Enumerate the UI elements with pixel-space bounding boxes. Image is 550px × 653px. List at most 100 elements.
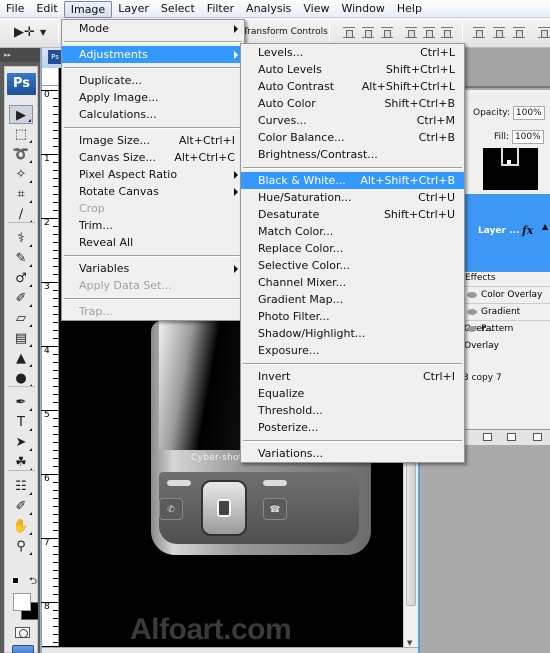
- lasso-tool-icon[interactable]: ➰: [9, 145, 33, 164]
- menu-item-apply-data-set[interactable]: Apply Data Set...: [62, 277, 244, 294]
- menu-item-trim[interactable]: Trim...: [62, 217, 244, 234]
- adjustment-item-replace-color[interactable]: Replace Color...: [241, 240, 464, 257]
- distribute-vcenter-icon[interactable]: [493, 27, 505, 38]
- pen-tool-icon[interactable]: ✒: [9, 393, 33, 412]
- fx-icon[interactable]: fx: [522, 224, 533, 237]
- swap-colors-icon[interactable]: ⮌: [29, 574, 37, 591]
- eye-icon[interactable]: [467, 291, 477, 298]
- magic-wand-tool-icon[interactable]: ✧: [9, 165, 33, 184]
- hand-tool-icon[interactable]: ✋: [9, 517, 33, 536]
- fill-input[interactable]: 100%: [511, 130, 544, 144]
- menu-item-variables[interactable]: Variables: [62, 260, 244, 277]
- effect-row-color-overlay[interactable]: Color Overlay: [464, 286, 550, 303]
- distribute-top-icon[interactable]: [473, 27, 485, 38]
- menu-item-crop[interactable]: Crop: [62, 200, 244, 217]
- distribute-left-icon[interactable]: [538, 27, 550, 38]
- adjustment-item-match-color[interactable]: Match Color...: [241, 223, 464, 240]
- distribute-bottom-icon[interactable]: [513, 27, 525, 38]
- adjustment-item-curves[interactable]: Curves... Ctrl+M: [241, 112, 464, 129]
- align-hcenter-icon[interactable]: [423, 27, 435, 38]
- layer-thumbnail[interactable]: [483, 148, 538, 190]
- vertical-ruler[interactable]: 0 1 2 3 4 5 6 7 8: [41, 86, 59, 651]
- notes-tool-icon[interactable]: ☷: [9, 477, 33, 496]
- align-top-icon[interactable]: [343, 27, 355, 38]
- foreground-color-swatch[interactable]: [13, 593, 31, 611]
- adjustment-item-posterize[interactable]: Posterize...: [241, 419, 464, 436]
- adjustment-item-photo-filter[interactable]: Photo Filter...: [241, 308, 464, 325]
- adjustment-item-invert[interactable]: Invert Ctrl+I: [241, 368, 464, 385]
- adjustment-item-equalize[interactable]: Equalize: [241, 385, 464, 402]
- zoom-tool-icon[interactable]: ⚲: [9, 537, 33, 556]
- new-layer-icon[interactable]: [507, 433, 516, 441]
- rectangular-marquee-tool-icon[interactable]: ⬚: [9, 125, 33, 144]
- effect-row-pattern-overlay[interactable]: Pattern Overlay: [464, 320, 550, 351]
- menu-help[interactable]: Help: [391, 0, 428, 18]
- blur-tool-icon[interactable]: ▲: [9, 349, 33, 368]
- menu-item-rotate-canvas[interactable]: Rotate Canvas: [62, 183, 244, 200]
- menu-item-canvas-size[interactable]: Canvas Size... Alt+Ctrl+C: [62, 149, 244, 166]
- align-right-icon[interactable]: [441, 27, 453, 38]
- effect-row-gradient-over[interactable]: Gradient Over...: [464, 303, 550, 334]
- adjustment-item-channel-mixer[interactable]: Channel Mixer...: [241, 274, 464, 291]
- adjustment-item-color-balance[interactable]: Color Balance... Ctrl+B: [241, 129, 464, 146]
- adjustment-item-levels[interactable]: Levels... Ctrl+L: [241, 44, 464, 61]
- tools-panel-collapse[interactable]: ▸▸: [0, 48, 40, 62]
- menu-item-duplicate[interactable]: Duplicate...: [62, 72, 244, 89]
- clone-stamp-tool-icon[interactable]: ♂: [9, 269, 33, 288]
- adjustment-item-brightness-contrast[interactable]: Brightness/Contrast...: [241, 146, 464, 163]
- new-group-icon[interactable]: [483, 433, 492, 441]
- adjustment-item-selective-color[interactable]: Selective Color...: [241, 257, 464, 274]
- transform-controls-label[interactable]: Transform Controls: [243, 27, 328, 37]
- menu-image[interactable]: Image: [63, 0, 113, 18]
- adjustment-item-desaturate[interactable]: Desaturate Shift+Ctrl+U: [241, 206, 464, 223]
- screen-mode-icon[interactable]: [12, 645, 34, 653]
- crop-tool-icon[interactable]: ⌗: [9, 185, 33, 204]
- history-brush-tool-icon[interactable]: ✐: [9, 289, 33, 308]
- menu-item-adjustments[interactable]: Adjustments: [62, 46, 244, 63]
- adjustment-item-auto-contrast[interactable]: Auto Contrast Alt+Shift+Ctrl+L: [241, 78, 464, 95]
- opacity-input[interactable]: 100%: [512, 106, 545, 120]
- move-tool-icon[interactable]: ▶✛: [14, 25, 35, 40]
- menu-item-pixel-aspect-ratio[interactable]: Pixel Aspect Ratio: [62, 166, 244, 183]
- expand-effects-icon[interactable]: ▲: [542, 222, 548, 231]
- scroll-down-arrow[interactable]: ▼: [407, 639, 412, 647]
- menu-item-mode[interactable]: Mode: [62, 20, 244, 37]
- selected-layer-row[interactable]: Layer ... fx ▲: [464, 194, 550, 272]
- move-tool-icon[interactable]: ▶: [9, 105, 33, 124]
- healing-brush-tool-icon[interactable]: ⚕: [9, 229, 33, 248]
- align-bottom-icon[interactable]: [381, 27, 393, 38]
- menu-select[interactable]: Select: [155, 0, 201, 18]
- adjustment-item-gradient-map[interactable]: Gradient Map...: [241, 291, 464, 308]
- adjustment-item-hue-saturation[interactable]: Hue/Saturation... Ctrl+U: [241, 189, 464, 206]
- path-selection-tool-icon[interactable]: ➤: [9, 433, 33, 452]
- menu-item-apply-image[interactable]: Apply Image...: [62, 89, 244, 106]
- menu-filter[interactable]: Filter: [201, 0, 240, 18]
- menu-item-trap[interactable]: Trap...: [62, 303, 244, 320]
- menu-analysis[interactable]: Analysis: [240, 0, 297, 18]
- menu-item-calculations[interactable]: Calculations...: [62, 106, 244, 123]
- adjustment-item-variations[interactable]: Variations...: [241, 445, 464, 462]
- eyedropper-tool-icon[interactable]: ✐: [9, 497, 33, 516]
- eraser-tool-icon[interactable]: ▱: [9, 309, 33, 328]
- brush-tool-icon[interactable]: ✎: [9, 249, 33, 268]
- delete-layer-icon[interactable]: [533, 433, 542, 441]
- quick-mask-icon[interactable]: [15, 627, 30, 638]
- adjustment-item-exposure[interactable]: Exposure...: [241, 342, 464, 359]
- menu-file[interactable]: File: [0, 0, 30, 18]
- menu-layer[interactable]: Layer: [112, 0, 155, 18]
- default-colors-icon[interactable]: [12, 577, 19, 584]
- adjustment-item-black-white[interactable]: Black & White... Alt+Shift+Ctrl+B: [241, 172, 464, 189]
- eye-icon[interactable]: [467, 308, 477, 315]
- eye-icon[interactable]: [467, 325, 477, 332]
- align-left-icon[interactable]: [405, 27, 417, 38]
- layer-name-other[interactable]: 3 copy 7: [463, 373, 550, 383]
- ruler-origin[interactable]: [42, 68, 59, 86]
- menu-view[interactable]: View: [297, 0, 335, 18]
- adjustment-item-shadow-highlight[interactable]: Shadow/Highlight...: [241, 325, 464, 342]
- type-tool-icon[interactable]: T: [9, 413, 33, 432]
- align-vcenter-icon[interactable]: [362, 27, 374, 38]
- adjustment-item-threshold[interactable]: Threshold...: [241, 402, 464, 419]
- adjustment-item-auto-levels[interactable]: Auto Levels Shift+Ctrl+L: [241, 61, 464, 78]
- menu-item-image-size[interactable]: Image Size... Alt+Ctrl+I: [62, 132, 244, 149]
- gradient-tool-icon[interactable]: ▤: [9, 329, 33, 348]
